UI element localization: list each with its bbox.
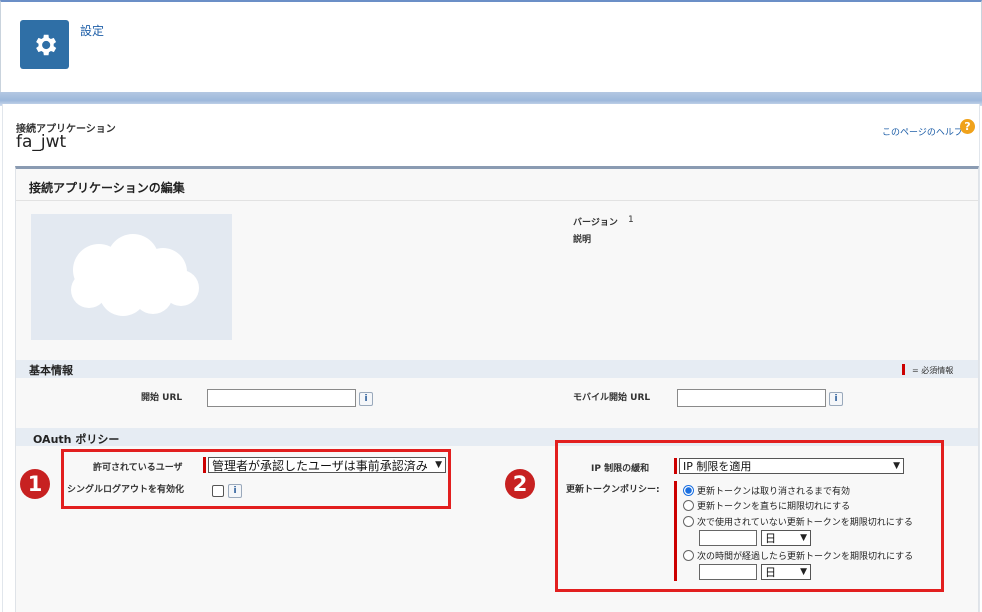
description-label: 説明 [573,235,592,245]
app-logo [31,214,232,340]
elapsed-refresh-duration-input[interactable] [699,564,757,580]
page-title: fa_jwt [16,132,67,152]
section-basic-info [16,360,978,378]
permitted-users-required-bar [203,457,206,473]
elapsed-refresh-unit-select[interactable]: 日 ▼ [761,564,811,580]
help-icon[interactable]: ? [960,119,975,134]
mobile-start-url-label: モバイル開始 URL [573,393,651,403]
refresh-policy-label: 更新トークンポリシー: [566,485,660,495]
single-logout-checkbox[interactable] [212,485,224,497]
start-url-label: 開始 URL [141,393,183,403]
refresh-option-2-label[interactable]: 更新トークンを直ちに期限切れにする [697,499,850,512]
setup-gear-tile[interactable] [20,20,69,69]
unused-refresh-unit-selected: 日 [765,532,776,545]
callout-badge-2: 2 [505,469,535,499]
mobile-start-url-info-icon[interactable]: i [829,392,843,406]
permitted-users-label: 許可されているユーザ [93,463,183,473]
divider [16,200,978,201]
section-oauth-title: OAuth ポリシー [33,433,120,446]
start-url-info-icon[interactable]: i [359,392,373,406]
chevron-down-icon: ▼ [800,567,807,577]
ip-relax-selected: IP 制限を適用 [683,460,752,473]
cloud-icon [71,234,199,316]
permitted-users-selected: 管理者が承認したユーザは事前承認済み [212,458,428,473]
start-url-input[interactable] [207,389,356,407]
chevron-down-icon: ▼ [800,533,807,543]
refresh-option-1-radio[interactable] [683,485,694,496]
refresh-option-4-label[interactable]: 次の時間が経過したら更新トークンを期限切れにする [697,549,913,562]
chevron-down-icon: ▼ [893,461,900,471]
refresh-option-3-label[interactable]: 次で使用されていない更新トークンを期限切れにする [697,515,913,528]
help-link[interactable]: このページのヘルプ [882,125,963,138]
refresh-option-1-label[interactable]: 更新トークンは取り消されるまで有効 [697,484,850,497]
refresh-option-2-radio[interactable] [683,500,694,511]
required-note: = 必須情報 [912,366,954,375]
ip-relax-select[interactable]: IP 制限を適用 ▼ [679,458,904,474]
ip-relax-required-bar [674,458,677,474]
app-header [0,0,982,94]
permitted-users-select[interactable]: 管理者が承認したユーザは事前承認済み ▼ [208,457,446,473]
elapsed-refresh-unit-selected: 日 [765,566,776,579]
gear-icon [35,34,56,55]
single-logout-info-icon[interactable]: i [228,484,242,498]
setup-link[interactable]: 設定 [80,22,104,39]
single-logout-label: シングルログアウトを有効化 [67,485,185,495]
version-value: 1 [628,215,634,225]
ip-relax-label: IP 制限の緩和 [591,464,650,474]
mobile-start-url-input[interactable] [677,389,826,407]
unused-refresh-unit-select[interactable]: 日 ▼ [761,530,811,546]
section-basic-title: 基本情報 [29,364,73,377]
callout-badge-1: 1 [20,469,50,499]
chevron-down-icon: ▼ [435,460,442,470]
refresh-option-4-radio[interactable] [683,550,694,561]
version-label: バージョン [573,218,618,228]
required-marker [902,364,905,375]
refresh-policy-required-bar [674,481,677,581]
refresh-option-3-radio[interactable] [683,516,694,527]
edit-panel-title: 接続アプリケーションの編集 [29,181,185,195]
unused-refresh-duration-input[interactable] [699,530,757,546]
